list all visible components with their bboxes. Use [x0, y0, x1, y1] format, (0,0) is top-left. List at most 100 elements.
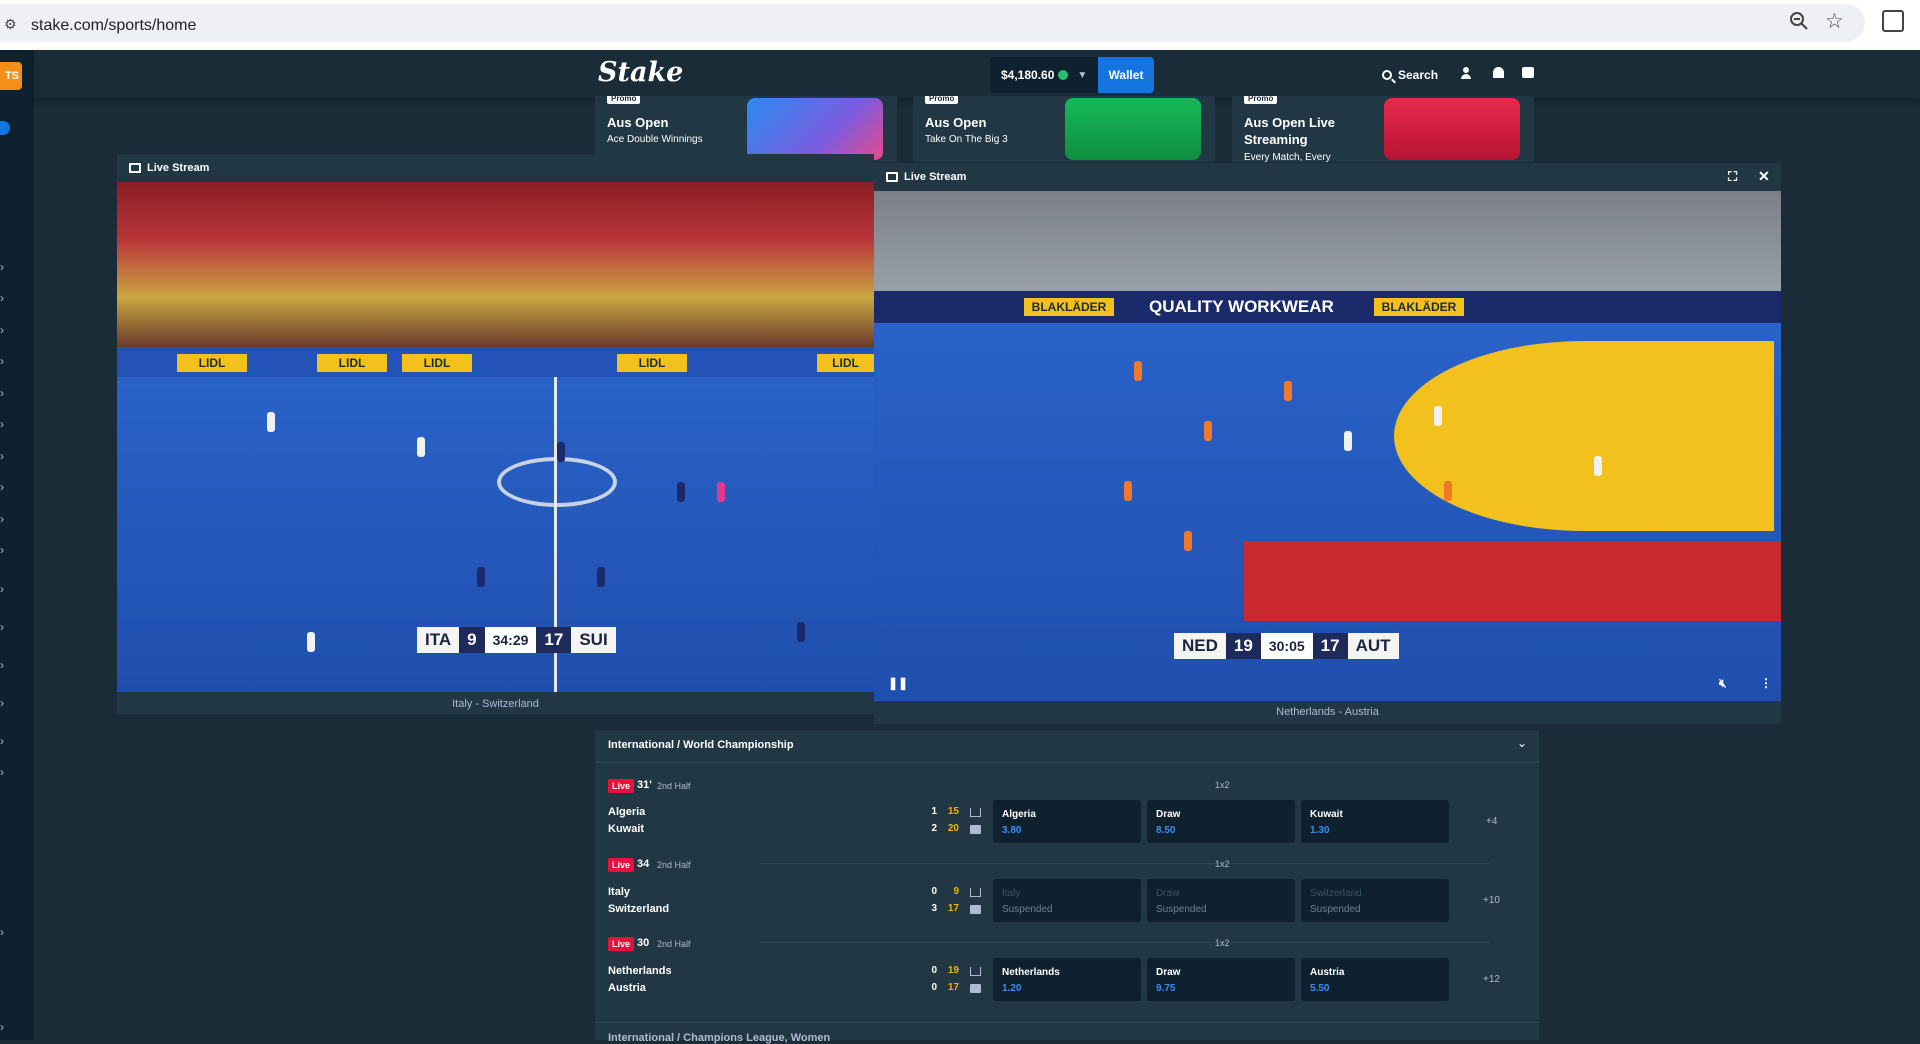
player [1124, 481, 1132, 501]
ad-board: BLAKLÄDER [1374, 298, 1464, 316]
more-markets-link[interactable]: +12 [1483, 974, 1500, 985]
odds-button[interactable]: Netherlands 1.20 [993, 958, 1141, 1001]
match-period: 2nd Half [657, 939, 691, 949]
video-player[interactable]: LIDL LIDL LIDL LIDL LIDL ITA 9 34:29 17 … [117, 182, 874, 692]
live-tv-icon[interactable] [970, 905, 981, 914]
chevron-right-icon[interactable]: › [0, 543, 4, 557]
fullscreen-icon[interactable]: ⛶ [1728, 169, 1737, 185]
home-team[interactable]: Italy [608, 886, 630, 898]
user-icon[interactable] [1460, 67, 1472, 79]
mute-icon[interactable]: 🔇︎ [1719, 676, 1727, 691]
chevron-right-icon[interactable]: › [0, 323, 4, 337]
odds-button-suspended: Italy Suspended [993, 879, 1141, 922]
chevron-right-icon[interactable]: › [0, 354, 4, 368]
bookmark-star-icon[interactable]: ☆ [1825, 9, 1844, 33]
pause-icon[interactable]: ❚❚ [888, 676, 908, 690]
odds-button[interactable]: Kuwait 1.30 [1301, 800, 1449, 843]
scorebug-away-score: 17 [1312, 633, 1348, 659]
chevron-right-icon[interactable]: › [0, 480, 4, 494]
chevron-right-icon[interactable]: › [0, 1020, 4, 1034]
live-tv-icon[interactable] [970, 825, 981, 834]
wallet-button[interactable]: Wallet [1098, 57, 1154, 93]
match-minute: 34 [637, 858, 650, 870]
chevron-right-icon[interactable]: › [0, 658, 4, 672]
league-header[interactable]: International / World Championship ⌄ [595, 730, 1539, 763]
close-icon[interactable]: ✕ [1758, 168, 1770, 185]
live-tv-icon[interactable] [970, 984, 981, 993]
promo-card[interactable]: Promo Aus Open Ace Double Winnings [595, 96, 897, 162]
sidebar-promo-button[interactable]: TS [0, 62, 22, 90]
away-team[interactable]: Kuwait [608, 823, 644, 835]
home-points: 15 [947, 806, 959, 817]
odds-button-suspended: Draw Suspended [1147, 879, 1295, 922]
live-badge: Live [608, 937, 635, 951]
promo-card[interactable]: Promo Aus Open Take On The Big 3 [913, 96, 1215, 162]
more-options-icon[interactable]: ⋮ [1760, 676, 1772, 690]
odds-button[interactable]: Draw 9.75 [1147, 958, 1295, 1001]
address-bar[interactable]: ⚙ stake.com/sports/home [0, 4, 1865, 42]
chevron-right-icon[interactable]: › [0, 449, 4, 463]
ad-board: LIDL [177, 354, 247, 372]
market-label: 1x2 [1215, 780, 1230, 790]
promo-card[interactable]: Promo Aus Open Live Streaming Every Matc… [1232, 96, 1534, 162]
match-minute: 31' [637, 779, 652, 791]
scorebug-clock: 34:29 [484, 627, 537, 653]
odds-button[interactable]: Draw 8.50 [1147, 800, 1295, 843]
browser-toolbar: ⚙ stake.com/sports/home ☆ [0, 0, 1920, 50]
balance-selector[interactable]: $4,180.60 ▼ [990, 57, 1098, 93]
promo-title: Aus Open [607, 115, 669, 130]
promo-tag: Promo [1244, 96, 1278, 104]
home-team[interactable]: Netherlands [608, 965, 672, 977]
top-navigation [34, 50, 1920, 98]
promo-cards-image [747, 98, 883, 160]
odds-label: Draw [1156, 967, 1181, 978]
chevron-right-icon[interactable]: › [0, 696, 4, 710]
bell-icon[interactable] [1493, 67, 1504, 78]
search-button[interactable]: Search [1382, 68, 1438, 82]
odds-button[interactable]: Algeria 3.80 [993, 800, 1141, 843]
live-badge: Live [608, 779, 635, 793]
stats-icon[interactable] [970, 967, 981, 976]
away-team[interactable]: Austria [608, 982, 646, 994]
sidebar [0, 50, 34, 1040]
extensions-icon[interactable] [1882, 10, 1904, 32]
chevron-down-icon[interactable]: ⌄ [1517, 736, 1527, 750]
player [677, 482, 685, 502]
player [1594, 456, 1602, 476]
away-points: 17 [947, 903, 959, 914]
stats-icon[interactable] [970, 888, 981, 897]
chevron-right-icon[interactable]: › [0, 734, 4, 748]
stats-icon[interactable] [970, 808, 981, 817]
video-player[interactable]: BLAKLÄDER QUALITY WORKWEAR BLAKLÄDER NED… [874, 191, 1781, 701]
odds-button[interactable]: Austria 5.50 [1301, 958, 1449, 1001]
more-markets-link[interactable]: +4 [1486, 816, 1497, 827]
away-team[interactable]: Switzerland [608, 903, 669, 915]
chevron-right-icon[interactable]: › [0, 512, 4, 526]
chevron-right-icon[interactable]: › [0, 925, 4, 939]
chevron-right-icon[interactable]: › [0, 291, 4, 305]
stake-logo[interactable]: Stake [598, 57, 683, 88]
chevron-right-icon[interactable]: › [0, 260, 4, 274]
next-league-header[interactable]: International / Champions League, Women [595, 1022, 1539, 1044]
player [557, 442, 565, 462]
market-label: 1x2 [1215, 938, 1230, 948]
promo-tag: Promo [925, 96, 959, 104]
chevron-right-icon[interactable]: › [0, 582, 4, 596]
chevron-right-icon[interactable]: › [0, 417, 4, 431]
zoom-icon[interactable] [1788, 10, 1810, 32]
crowd-area [117, 182, 874, 347]
odds-button-suspended: Switzerland Suspended [1301, 879, 1449, 922]
chat-icon[interactable] [1522, 67, 1534, 78]
chevron-right-icon[interactable]: › [0, 765, 4, 779]
bench-area [1244, 541, 1781, 621]
more-markets-link[interactable]: +10 [1483, 895, 1500, 906]
ad-board: QUALITY WORKWEAR [1149, 297, 1334, 316]
url-text[interactable]: stake.com/sports/home [31, 17, 196, 35]
home-sets: 0 [931, 886, 937, 897]
player [267, 412, 275, 432]
player [797, 622, 805, 642]
home-team[interactable]: Algeria [608, 806, 645, 818]
site-info-icon[interactable]: ⚙ [4, 17, 17, 33]
chevron-right-icon[interactable]: › [0, 386, 4, 400]
chevron-right-icon[interactable]: › [0, 620, 4, 634]
